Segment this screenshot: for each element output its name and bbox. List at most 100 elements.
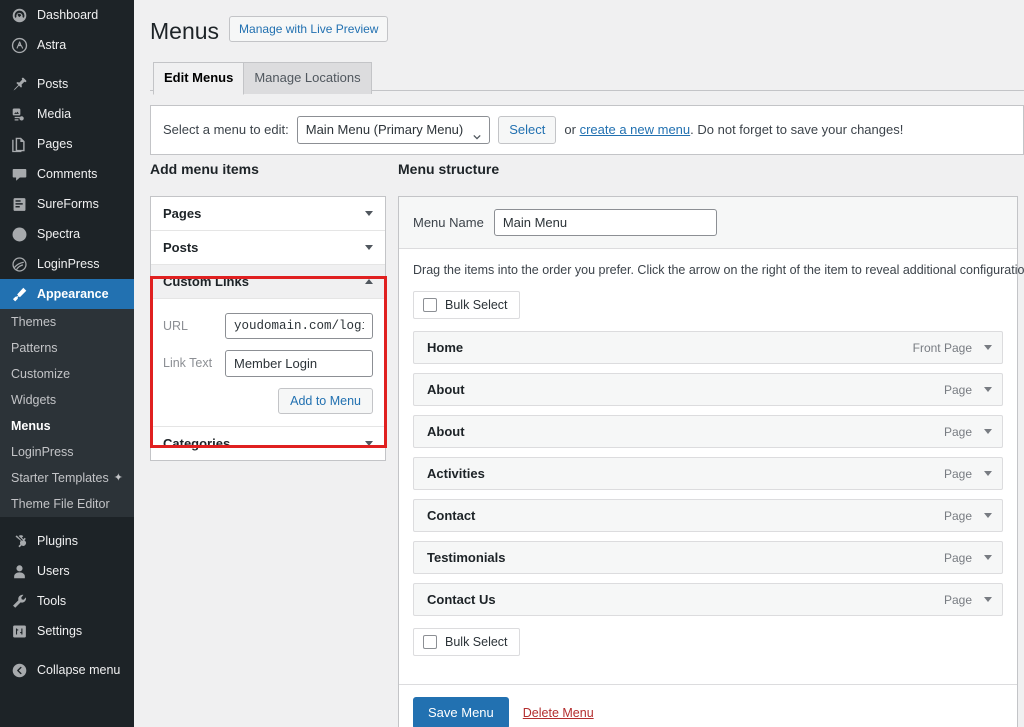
menu-name-row: Menu Name: [399, 197, 1017, 249]
sidebar-item-comments[interactable]: Comments: [0, 159, 134, 189]
sidebar-item-collapse-menu[interactable]: Collapse menu: [0, 655, 134, 685]
tab-manage-locations[interactable]: Manage Locations: [243, 62, 371, 94]
menu-item-row[interactable]: TestimonialsPage: [413, 541, 1003, 574]
link-text-row: Link Text: [163, 350, 373, 377]
tools-wrench-icon: [9, 591, 29, 611]
submenu-item-widgets[interactable]: Widgets: [0, 387, 134, 413]
sidebar-item-users[interactable]: Users: [0, 556, 134, 586]
url-input[interactable]: [225, 313, 373, 339]
bulk-select-bottom[interactable]: Bulk Select: [413, 628, 520, 656]
select-menu-label: Select a menu to edit:: [163, 122, 289, 137]
submenu-item-patterns[interactable]: Patterns: [0, 335, 134, 361]
chevron-down-icon[interactable]: [984, 345, 992, 350]
create-a-new-menu-link[interactable]: create a new menu: [580, 122, 691, 137]
save-menu-button[interactable]: Save Menu: [413, 697, 509, 727]
bulk-select-top[interactable]: Bulk Select: [413, 291, 520, 319]
submenu-item-theme-file-editor[interactable]: Theme File Editor: [0, 491, 134, 517]
create-menu-note: or create a new menu. Do not forget to s…: [564, 122, 903, 137]
sidebar-item-dashboard[interactable]: Dashboard: [0, 0, 134, 30]
menu-name-input[interactable]: [494, 209, 717, 236]
menu-select-dropdown[interactable]: Main Menu (Primary Menu): [297, 116, 491, 144]
menu-item-row[interactable]: AboutPage: [413, 415, 1003, 448]
submenu-item-themes[interactable]: Themes: [0, 309, 134, 335]
accordion-header-custom-links[interactable]: Custom Links: [151, 265, 385, 299]
sidebar-item-tools[interactable]: Tools: [0, 586, 134, 616]
pages-icon: [9, 134, 29, 154]
sidebar-item-astra[interactable]: Astra: [0, 30, 134, 60]
sidebar-item-label: Posts: [37, 77, 68, 91]
submenu-item-customize[interactable]: Customize: [0, 361, 134, 387]
note-after: . Do not forget to save your changes!: [690, 122, 903, 137]
select-button[interactable]: Select: [498, 116, 556, 144]
sidebar-item-label: Users: [37, 564, 70, 578]
add-to-menu-button[interactable]: Add to Menu: [278, 388, 373, 414]
sidebar-item-plugins[interactable]: Plugins: [0, 526, 134, 556]
chevron-down-icon[interactable]: [984, 597, 992, 602]
menu-item-name: Contact: [427, 508, 944, 523]
sidebar-bottom-group: Plugins Users Tools Settings Collapse menu: [0, 526, 134, 685]
url-label: URL: [163, 319, 225, 333]
bulk-select-checkbox[interactable]: [423, 298, 437, 312]
accordion-header-posts[interactable]: Posts: [151, 231, 385, 265]
menu-structure-panel: Menu Name Drag the items into the order …: [398, 196, 1018, 727]
submenu-item-label: LoginPress: [11, 444, 74, 460]
sidebar-item-settings[interactable]: Settings: [0, 616, 134, 646]
chevron-down-icon[interactable]: [365, 211, 373, 216]
spectra-icon: [9, 224, 29, 244]
add-menu-items-accordion: Pages Posts Custom Links URL Link Text Add to…: [150, 196, 386, 461]
sidebar-item-spectra[interactable]: Spectra: [0, 219, 134, 249]
sidebar-item-sureforms[interactable]: SureForms: [0, 189, 134, 219]
submenu-item-label: Patterns: [11, 340, 58, 356]
sidebar-item-label: Spectra: [37, 227, 80, 241]
tab-edit-menus[interactable]: Edit Menus: [153, 62, 244, 95]
submenu-item-starter-templates[interactable]: Starter Templates✦: [0, 465, 134, 491]
menu-structure-column: Menu structure Menu Name Drag the items …: [398, 160, 1018, 727]
sidebar-item-posts[interactable]: Posts: [0, 69, 134, 99]
sidebar-item-pages[interactable]: Pages: [0, 129, 134, 159]
chevron-down-icon[interactable]: [365, 441, 373, 446]
accordion-header-pages[interactable]: Pages: [151, 197, 385, 231]
chevron-down-icon[interactable]: [365, 245, 373, 250]
settings-sliders-icon: [9, 621, 29, 641]
chevron-down-icon[interactable]: [984, 555, 992, 560]
chevron-up-icon[interactable]: [365, 279, 373, 284]
menu-item-row[interactable]: ActivitiesPage: [413, 457, 1003, 490]
collapse-arrow-icon: [9, 660, 29, 680]
submenu-item-menus[interactable]: Menus: [0, 413, 134, 439]
menu-item-row[interactable]: HomeFront Page: [413, 331, 1003, 364]
chevron-down-icon[interactable]: [984, 513, 992, 518]
menu-item-type: Page: [944, 467, 972, 481]
bulk-select-label: Bulk Select: [445, 298, 508, 312]
submenu-item-loginpress[interactable]: LoginPress: [0, 439, 134, 465]
bulk-select-checkbox[interactable]: [423, 635, 437, 649]
url-row: URL: [163, 313, 373, 339]
menu-item-name: About: [427, 424, 944, 439]
manage-with-live-preview-button[interactable]: Manage with Live Preview: [229, 16, 388, 42]
menu-item-name: Home: [427, 340, 913, 355]
menu-item-name: About: [427, 382, 944, 397]
chevron-down-icon[interactable]: [984, 429, 992, 434]
menu-item-row[interactable]: AboutPage: [413, 373, 1003, 406]
menu-item-row[interactable]: ContactPage: [413, 499, 1003, 532]
accordion-header-categories[interactable]: Categories: [151, 427, 385, 460]
pin-icon: [9, 74, 29, 94]
link-text-input[interactable]: [225, 350, 373, 377]
sidebar-item-appearance[interactable]: Appearance: [0, 279, 134, 309]
menu-name-label: Menu Name: [413, 215, 484, 230]
sidebar-item-label: Settings: [37, 624, 82, 638]
sidebar-item-loginpress[interactable]: LoginPress: [0, 249, 134, 279]
submenu-item-label: Menus: [11, 418, 51, 434]
chevron-down-icon[interactable]: [984, 387, 992, 392]
accordion-label: Categories: [163, 436, 230, 451]
loginpress-icon: [9, 254, 29, 274]
page-header: Menus Manage with Live Preview: [134, 0, 1024, 51]
menu-item-type: Page: [944, 593, 972, 607]
menu-item-type: Page: [944, 509, 972, 523]
menu-item-row[interactable]: Contact UsPage: [413, 583, 1003, 616]
accordion-label: Custom Links: [163, 274, 249, 289]
chevron-down-icon[interactable]: [984, 471, 992, 476]
sidebar-item-media[interactable]: Media: [0, 99, 134, 129]
accordion-label: Pages: [163, 206, 201, 221]
delete-menu-link[interactable]: Delete Menu: [523, 706, 594, 720]
menu-items-list: HomeFront PageAboutPageAboutPageActiviti…: [413, 331, 1003, 616]
